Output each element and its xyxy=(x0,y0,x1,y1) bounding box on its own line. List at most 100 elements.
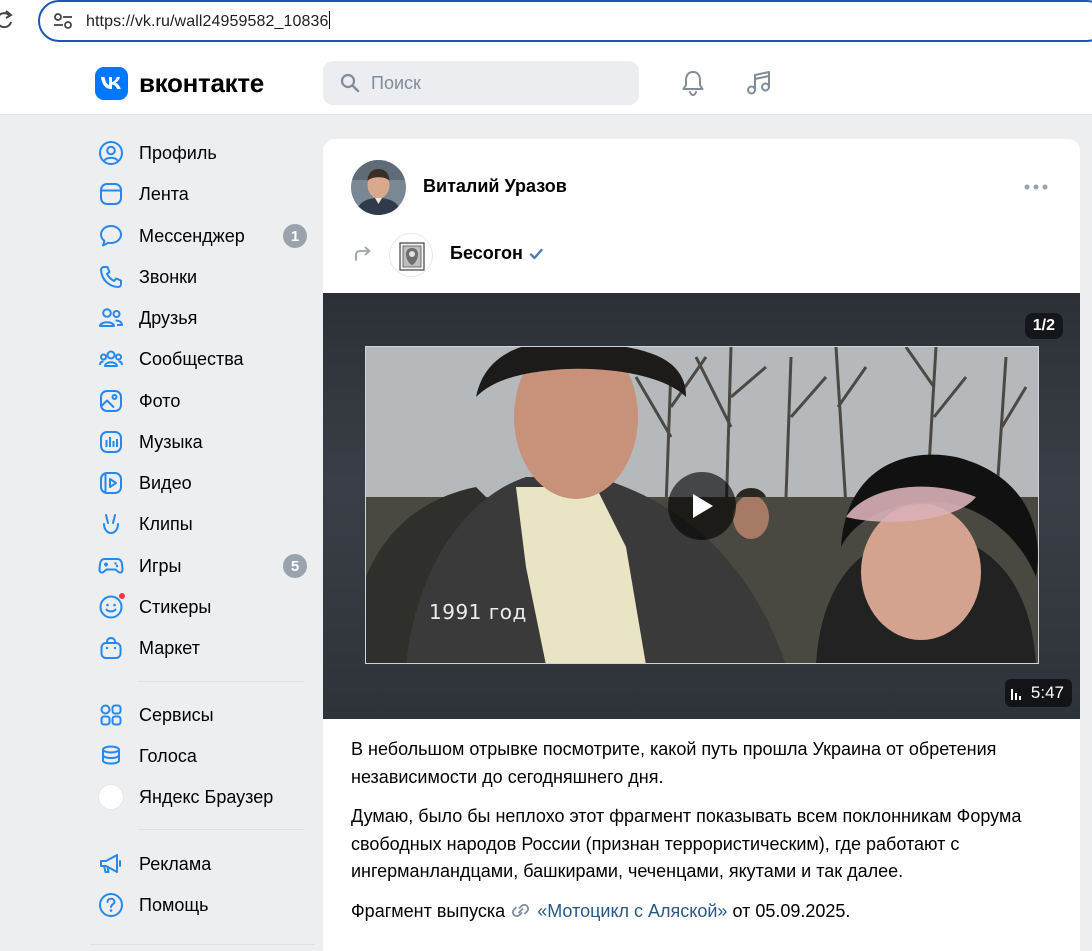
repost-source-name[interactable]: Бесогон xyxy=(450,243,523,264)
site-settings-icon[interactable] xyxy=(52,11,74,31)
post-paragraph-text: Фрагмент выпуска xyxy=(351,900,506,921)
sidebar-item-label: Лента xyxy=(139,183,189,204)
sidebar-item-label: Мессенджер xyxy=(139,225,245,246)
source-avatar[interactable] xyxy=(389,233,433,277)
repost-icon xyxy=(355,246,371,261)
sidebar-item-yandex-browser[interactable]: Яндекс Браузер xyxy=(96,777,312,817)
media-counter: 1/2 xyxy=(1024,313,1063,339)
profile-icon xyxy=(99,141,123,165)
megaphone-icon xyxy=(100,854,121,873)
post-paragraph: Думаю, было бы неплохо этот фрагмент пок… xyxy=(351,806,1022,881)
sidebar-item-profile[interactable]: Профиль xyxy=(96,133,312,173)
post-paragraph: Фрагмент выпуска «Мотоцикл с Аляской» от… xyxy=(351,898,1061,926)
yandex-browser-icon xyxy=(98,784,124,810)
sidebar-item-label: Видео xyxy=(139,472,192,493)
video-duration-badge: 5:47 xyxy=(1004,679,1072,707)
sidebar-divider xyxy=(138,829,304,830)
sidebar-item-label: Яндекс Браузер xyxy=(139,786,274,807)
wall-post: Виталий Уразов Бесогон 1/2 1991 год 5:47… xyxy=(323,139,1080,951)
vk-logo-icon xyxy=(95,66,128,100)
sidebar-item-label: Помощь xyxy=(139,894,209,915)
messenger-unread-badge: 1 xyxy=(283,224,307,248)
votes-icon xyxy=(102,745,120,765)
sidebar-item-games[interactable]: Игры 5 xyxy=(96,546,312,586)
url-text[interactable]: https://vk.ru/wall24959582_10836 xyxy=(86,11,331,31)
sidebar-item-friends[interactable]: Друзья xyxy=(96,298,312,338)
sidebar-item-photo[interactable]: Фото xyxy=(96,381,312,421)
sidebar-item-label: Друзья xyxy=(139,307,198,328)
sidebar-item-label: Реклама xyxy=(139,853,212,874)
sidebar-item-ads[interactable]: Реклама xyxy=(96,844,312,884)
sidebar-item-help[interactable]: Помощь xyxy=(96,885,312,925)
sidebar-item-stickers[interactable]: Стикеры xyxy=(96,587,312,627)
sidebar-item-feed[interactable]: Лента xyxy=(96,174,312,214)
url-field[interactable]: https://vk.ru/wall24959582_10836 xyxy=(38,0,1092,42)
link-icon xyxy=(512,903,530,917)
sidebar-item-music[interactable]: Музыка xyxy=(96,422,312,462)
vk-logo-text: вконтакте xyxy=(139,67,264,98)
author-avatar[interactable] xyxy=(351,160,406,215)
feed-icon xyxy=(100,183,122,205)
sidebar-divider xyxy=(138,681,304,682)
sidebar-item-label: Звонки xyxy=(139,266,198,287)
sidebar-item-votes[interactable]: Голоса xyxy=(96,736,312,776)
post-author-name[interactable]: Виталий Уразов xyxy=(423,176,567,197)
video-caption: 1991 год xyxy=(429,600,527,624)
sidebar-item-market[interactable]: Маркет xyxy=(96,628,312,668)
services-icon xyxy=(100,704,122,726)
sidebar-item-label: Музыка xyxy=(139,431,203,452)
sidebar-item-label: Стикеры xyxy=(139,596,212,617)
phone-icon xyxy=(100,266,122,288)
sidebar-item-label: Сервисы xyxy=(139,704,214,725)
more-options-icon[interactable] xyxy=(1023,179,1049,195)
search-icon xyxy=(340,73,360,93)
games-badge: 5 xyxy=(283,554,307,578)
browser-address-bar: https://vk.ru/wall24959582_10836 xyxy=(0,0,1092,48)
episode-link[interactable]: «Мотоцикл с Аляской» xyxy=(537,901,727,921)
sidebar-item-messenger[interactable]: Мессенджер 1 xyxy=(96,216,312,256)
sidebar-divider xyxy=(90,944,315,945)
play-icon xyxy=(693,494,713,518)
sidebar-item-services[interactable]: Сервисы xyxy=(96,695,312,735)
video-icon xyxy=(100,472,122,494)
post-text: В небольшом отрывке посмотрите, какой пу… xyxy=(351,736,1061,937)
games-icon xyxy=(98,558,124,574)
messenger-icon xyxy=(100,225,122,247)
verified-check-icon xyxy=(529,248,543,260)
sidebar-item-label: Сообщества xyxy=(139,348,244,369)
left-sidebar: Профиль Лента Мессенджер 1 Звонки Друзья… xyxy=(0,116,320,951)
sidebar-item-communities[interactable]: Сообщества xyxy=(96,339,312,379)
sidebar-item-label: Голоса xyxy=(139,745,197,766)
sidebar-item-clips[interactable]: Клипы xyxy=(96,504,312,544)
vk-logo[interactable]: вконтакте xyxy=(95,66,264,100)
sidebar-item-label: Маркет xyxy=(139,637,200,658)
bell-icon xyxy=(682,71,704,97)
communities-icon xyxy=(99,350,123,367)
notifications-button[interactable] xyxy=(676,66,710,100)
friends-icon xyxy=(99,308,123,327)
search-input[interactable] xyxy=(371,61,621,105)
sidebar-item-label: Клипы xyxy=(139,513,193,534)
market-icon xyxy=(100,636,122,659)
search-box[interactable] xyxy=(323,61,639,105)
post-paragraph-text: от 05.09.2025. xyxy=(732,900,851,921)
video-duration: 5:47 xyxy=(1030,683,1064,702)
photo-icon xyxy=(100,390,122,412)
help-icon xyxy=(99,893,123,917)
sidebar-item-label: Игры xyxy=(139,555,182,576)
music-note-icon xyxy=(747,71,770,95)
site-header: вконтакте xyxy=(0,48,1092,115)
sidebar-item-label: Профиль xyxy=(139,142,217,163)
music-player-button[interactable] xyxy=(742,66,776,100)
sidebar-item-label: Фото xyxy=(139,390,181,411)
music-icon xyxy=(100,431,122,453)
post-paragraph: В небольшом отрывке посмотрите, какой пу… xyxy=(351,739,997,787)
sound-bars-icon xyxy=(1010,689,1021,700)
video-player[interactable]: 1/2 1991 год 5:47 xyxy=(323,293,1080,719)
sidebar-item-calls[interactable]: Звонки xyxy=(96,257,312,297)
new-stickers-dot xyxy=(118,592,126,600)
clips-icon xyxy=(103,514,119,535)
reload-icon[interactable] xyxy=(0,9,16,31)
sidebar-item-video[interactable]: Видео xyxy=(96,463,312,503)
play-button[interactable] xyxy=(668,472,736,540)
